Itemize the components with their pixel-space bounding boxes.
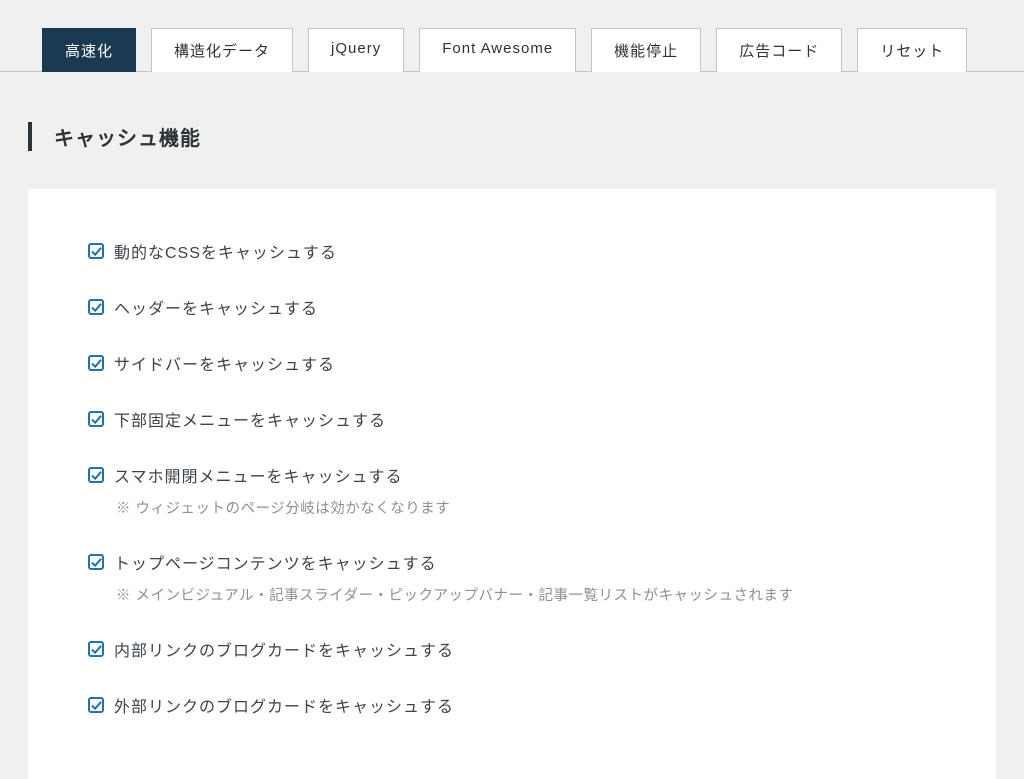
option-label: サイドバーをキャッシュする — [114, 351, 335, 375]
checkbox[interactable] — [88, 411, 104, 427]
option-cache-smartphone-menu: スマホ開閉メニューをキャッシュする ※ ウィジェットのページ分岐は効かなくなりま… — [88, 463, 936, 518]
checkbox[interactable] — [88, 467, 104, 483]
option-label: トップページコンテンツをキャッシュする — [114, 550, 437, 574]
check-icon — [91, 470, 102, 481]
check-icon — [91, 358, 102, 369]
check-icon — [91, 246, 102, 257]
tab-ad-code[interactable]: 広告コード — [716, 28, 842, 72]
check-icon — [91, 700, 102, 711]
tab-label: 機能停止 — [614, 43, 678, 60]
content-area: キャッシュ機能 動的なCSSをキャッシュする ヘッダーをキャッシュする — [0, 72, 1024, 779]
tab-structured-data[interactable]: 構造化データ — [151, 28, 293, 72]
checkbox[interactable] — [88, 243, 104, 259]
option-cache-internal-blogcard: 内部リンクのブログカードをキャッシュする — [88, 637, 936, 661]
tab-label: Font Awesome — [442, 40, 553, 57]
option-label: スマホ開閉メニューをキャッシュする — [114, 463, 403, 487]
tab-fontawesome[interactable]: Font Awesome — [419, 28, 576, 72]
tab-label: リセット — [880, 43, 944, 60]
option-cache-toppage-contents: トップページコンテンツをキャッシュする ※ メインビジュアル・記事スライダー・ピ… — [88, 550, 936, 605]
check-icon — [91, 302, 102, 313]
option-label: 外部リンクのブログカードをキャッシュする — [114, 693, 454, 717]
option-cache-external-blogcard: 外部リンクのブログカードをキャッシュする — [88, 693, 936, 717]
section-title: キャッシュ機能 — [28, 122, 996, 151]
tab-label: 高速化 — [65, 43, 113, 60]
option-label: ヘッダーをキャッシュする — [114, 295, 318, 319]
option-cache-sidebar: サイドバーをキャッシュする — [88, 351, 936, 375]
tab-reset[interactable]: リセット — [857, 28, 967, 72]
tab-label: 構造化データ — [174, 43, 270, 60]
tab-disable-features[interactable]: 機能停止 — [591, 28, 701, 72]
option-label: 動的なCSSをキャッシュする — [114, 239, 337, 263]
option-note: ※ メインビジュアル・記事スライダー・ピックアップバナー・記事一覧リストがキャッ… — [116, 584, 936, 605]
checkbox[interactable] — [88, 355, 104, 371]
tab-label: jQuery — [331, 40, 381, 57]
option-cache-header: ヘッダーをキャッシュする — [88, 295, 936, 319]
option-cache-dynamic-css: 動的なCSSをキャッシュする — [88, 239, 936, 263]
check-icon — [91, 644, 102, 655]
option-label: 下部固定メニューをキャッシュする — [114, 407, 386, 431]
tab-label: 広告コード — [739, 43, 819, 60]
options-panel: 動的なCSSをキャッシュする ヘッダーをキャッシュする サイドバーをキャッシュす… — [28, 189, 996, 779]
checkbox[interactable] — [88, 641, 104, 657]
checkbox[interactable] — [88, 299, 104, 315]
option-note: ※ ウィジェットのページ分岐は効かなくなります — [116, 497, 936, 518]
checkbox[interactable] — [88, 554, 104, 570]
option-cache-bottom-menu: 下部固定メニューをキャッシュする — [88, 407, 936, 431]
tab-speed[interactable]: 高速化 — [42, 28, 136, 72]
check-icon — [91, 557, 102, 568]
tab-jquery[interactable]: jQuery — [308, 28, 404, 72]
tabs-container: 高速化 構造化データ jQuery Font Awesome 機能停止 広告コー… — [0, 0, 1024, 72]
option-label: 内部リンクのブログカードをキャッシュする — [114, 637, 454, 661]
check-icon — [91, 414, 102, 425]
checkbox[interactable] — [88, 697, 104, 713]
